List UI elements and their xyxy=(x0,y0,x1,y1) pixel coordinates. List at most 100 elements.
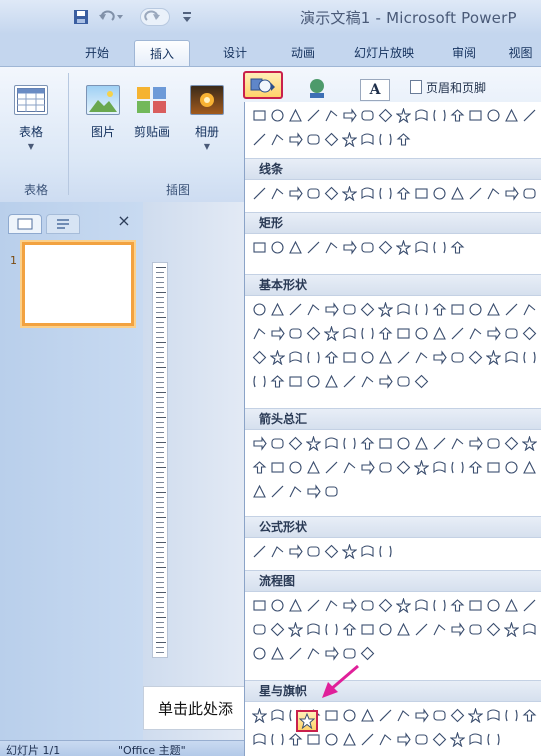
tab-home[interactable]: 开始 xyxy=(74,40,120,67)
shape-item[interactable] xyxy=(287,128,304,150)
shape-item[interactable] xyxy=(395,618,412,640)
slide-thumbnail[interactable] xyxy=(22,242,134,326)
shape-item[interactable] xyxy=(467,728,484,750)
shape-item[interactable] xyxy=(521,346,538,368)
shape-item[interactable] xyxy=(359,370,376,392)
shape-item[interactable] xyxy=(395,346,412,368)
shape-item[interactable] xyxy=(431,704,448,726)
shape-item[interactable] xyxy=(323,104,340,126)
shape-item[interactable] xyxy=(359,594,376,616)
shape-item[interactable] xyxy=(359,704,376,726)
shape-item[interactable] xyxy=(269,298,286,320)
shape-item[interactable] xyxy=(341,298,358,320)
shape-item[interactable] xyxy=(269,182,286,204)
shape-item[interactable] xyxy=(413,346,430,368)
shape-item[interactable] xyxy=(341,236,358,258)
shape-item[interactable] xyxy=(269,480,286,502)
shape-item[interactable] xyxy=(323,480,340,502)
shape-item[interactable] xyxy=(251,594,268,616)
five-point-star-shape[interactable] xyxy=(296,710,318,732)
shape-item[interactable] xyxy=(395,704,412,726)
shape-item[interactable] xyxy=(251,432,268,454)
shape-item[interactable] xyxy=(467,298,484,320)
shape-item[interactable] xyxy=(305,182,322,204)
shape-item[interactable] xyxy=(359,322,376,344)
shape-item[interactable] xyxy=(485,182,502,204)
shape-item[interactable] xyxy=(521,618,538,640)
shape-item[interactable] xyxy=(323,456,340,478)
shape-item[interactable] xyxy=(341,370,358,392)
shape-item[interactable] xyxy=(503,704,520,726)
shape-item[interactable] xyxy=(377,346,394,368)
shape-item[interactable] xyxy=(305,618,322,640)
shape-item[interactable] xyxy=(377,594,394,616)
shape-item[interactable] xyxy=(395,182,412,204)
shape-item[interactable] xyxy=(305,594,322,616)
shape-item[interactable] xyxy=(413,456,430,478)
shape-item[interactable] xyxy=(503,322,520,344)
shape-item[interactable] xyxy=(287,298,304,320)
shape-item[interactable] xyxy=(467,594,484,616)
table-button[interactable]: 表格 ▼ xyxy=(14,85,48,151)
shape-item[interactable] xyxy=(503,298,520,320)
shape-item[interactable] xyxy=(413,370,430,392)
shape-item[interactable] xyxy=(395,236,412,258)
shape-item[interactable] xyxy=(467,432,484,454)
shape-item[interactable] xyxy=(359,618,376,640)
tab-slide-show[interactable]: 幻灯片放映 xyxy=(342,40,426,67)
shape-item[interactable] xyxy=(467,704,484,726)
shape-item[interactable] xyxy=(287,456,304,478)
shape-item[interactable] xyxy=(503,618,520,640)
undo-icon[interactable] xyxy=(96,8,126,26)
shape-item[interactable] xyxy=(377,540,394,562)
shape-item[interactable] xyxy=(269,594,286,616)
textbox-button[interactable]: A xyxy=(360,79,390,101)
shape-item[interactable] xyxy=(305,346,322,368)
shape-item[interactable] xyxy=(341,182,358,204)
title-placeholder[interactable]: 单击此处添 xyxy=(143,686,253,730)
shape-item[interactable] xyxy=(449,594,466,616)
shape-item[interactable] xyxy=(485,104,502,126)
save-icon[interactable] xyxy=(72,8,90,26)
shape-item[interactable] xyxy=(287,322,304,344)
shape-item[interactable] xyxy=(341,540,358,562)
shape-item[interactable] xyxy=(287,642,304,664)
shape-item[interactable] xyxy=(287,594,304,616)
shape-item[interactable] xyxy=(323,182,340,204)
shape-item[interactable] xyxy=(269,642,286,664)
shape-item[interactable] xyxy=(395,456,412,478)
tab-review[interactable]: 审阅 xyxy=(444,40,484,67)
shape-item[interactable] xyxy=(503,432,520,454)
shape-item[interactable] xyxy=(377,182,394,204)
shape-item[interactable] xyxy=(323,618,340,640)
shape-item[interactable] xyxy=(449,182,466,204)
shape-item[interactable] xyxy=(377,322,394,344)
shape-item[interactable] xyxy=(431,456,448,478)
shape-item[interactable] xyxy=(323,728,340,750)
shape-item[interactable] xyxy=(467,322,484,344)
shape-item[interactable] xyxy=(323,322,340,344)
shape-item[interactable] xyxy=(449,298,466,320)
shape-item[interactable] xyxy=(449,346,466,368)
shape-item[interactable] xyxy=(431,322,448,344)
shape-item[interactable] xyxy=(431,236,448,258)
shape-item[interactable] xyxy=(305,432,322,454)
shape-item[interactable] xyxy=(377,370,394,392)
shape-item[interactable] xyxy=(359,298,376,320)
shape-item[interactable] xyxy=(269,128,286,150)
shape-item[interactable] xyxy=(251,128,268,150)
shape-item[interactable] xyxy=(431,298,448,320)
shape-item[interactable] xyxy=(269,728,286,750)
shape-item[interactable] xyxy=(503,594,520,616)
shape-item[interactable] xyxy=(431,618,448,640)
shape-item[interactable] xyxy=(395,128,412,150)
shape-item[interactable] xyxy=(467,618,484,640)
shape-item[interactable] xyxy=(341,104,358,126)
shape-item[interactable] xyxy=(323,128,340,150)
shape-item[interactable] xyxy=(359,432,376,454)
shape-item[interactable] xyxy=(485,618,502,640)
shape-item[interactable] xyxy=(341,704,358,726)
shape-item[interactable] xyxy=(467,346,484,368)
shape-item[interactable] xyxy=(251,104,268,126)
shape-item[interactable] xyxy=(305,298,322,320)
